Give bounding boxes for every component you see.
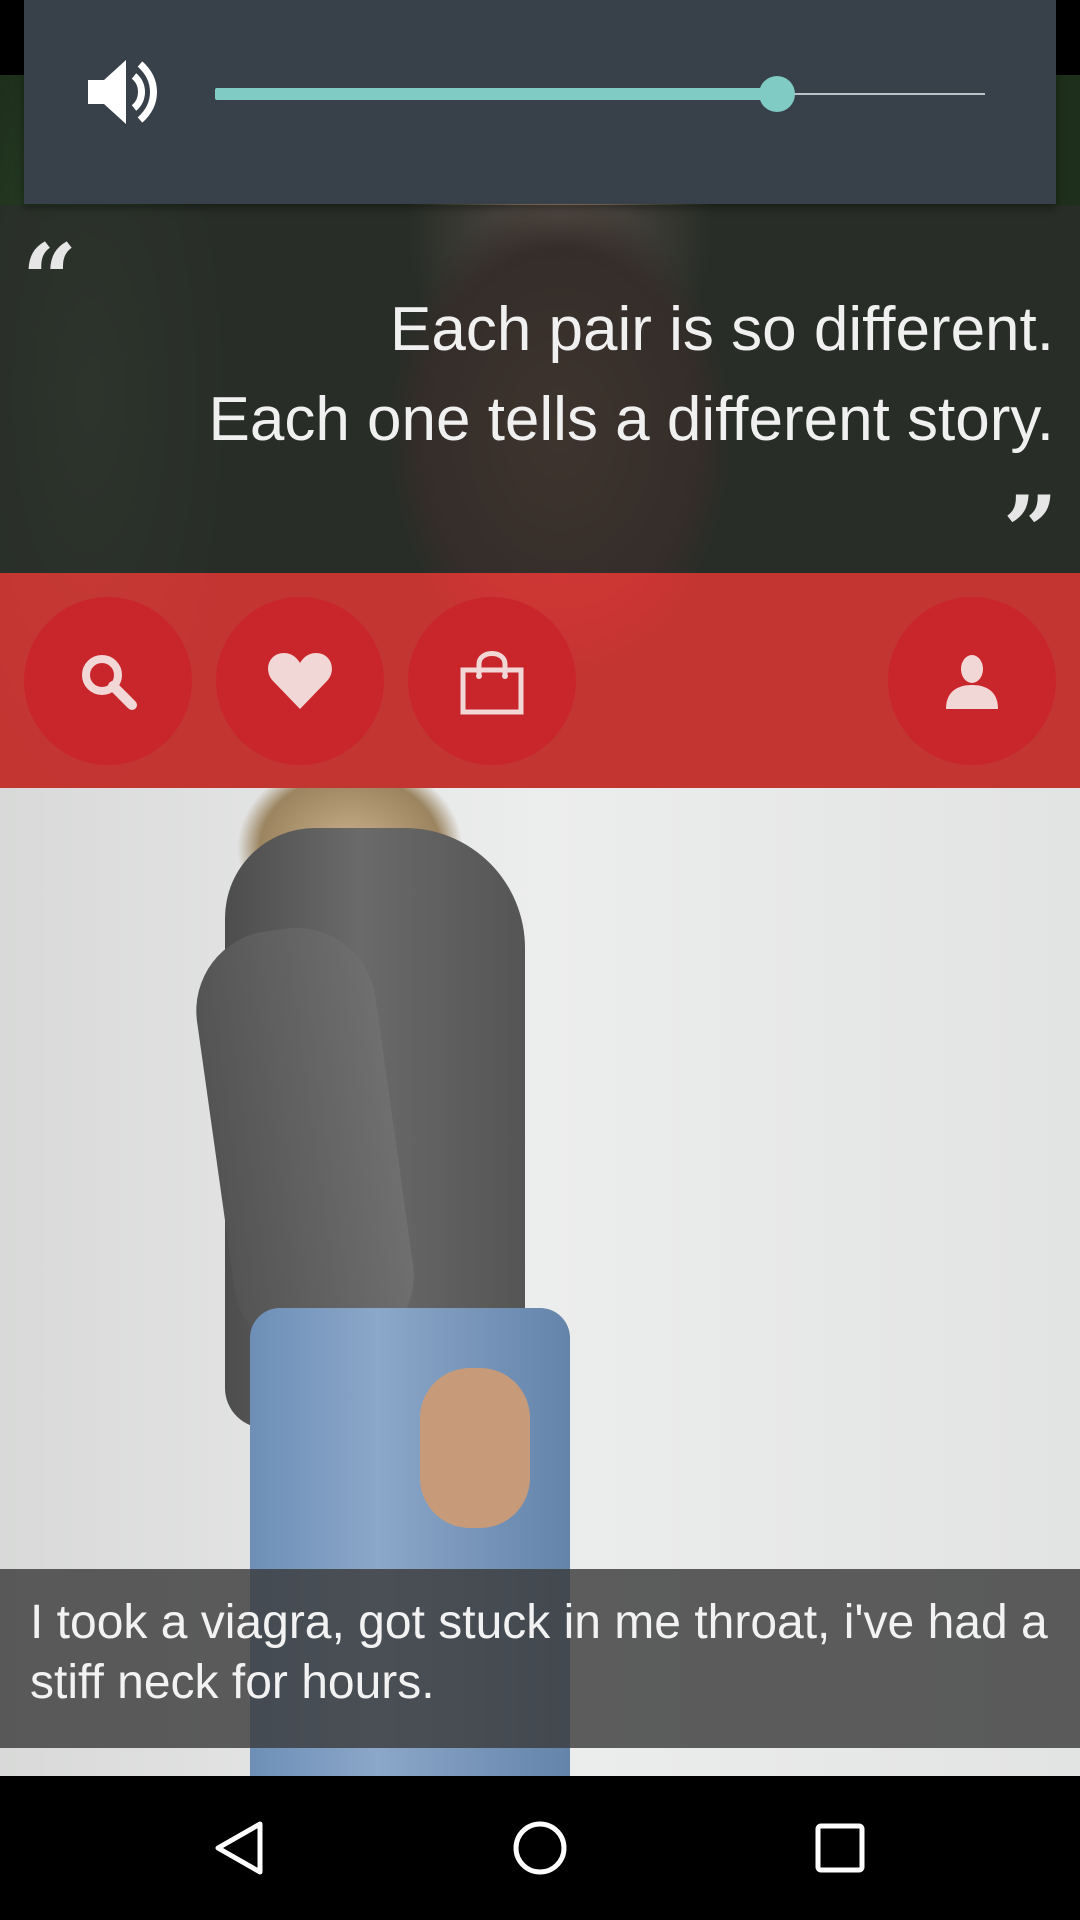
navigation-bar [0, 1776, 1080, 1920]
close-quote-icon: ” [1002, 475, 1058, 588]
shopping-bag-icon [460, 651, 524, 715]
recents-square-icon [815, 1823, 865, 1873]
volume-slider[interactable] [215, 76, 985, 112]
heart-icon [268, 653, 332, 709]
volume-slider-thumb[interactable] [759, 76, 796, 112]
profile-button[interactable] [888, 597, 1056, 765]
back-button[interactable] [140, 1776, 340, 1920]
search-icon [82, 655, 137, 710]
back-triangle-icon [215, 1821, 263, 1875]
quote-line-2: Each one tells a different story. [208, 385, 1054, 454]
quote-line-1: Each pair is so different. [390, 295, 1054, 364]
search-button[interactable] [24, 597, 192, 765]
shop-button[interactable] [408, 597, 576, 765]
home-button[interactable] [440, 1776, 640, 1920]
home-circle-icon [513, 1821, 567, 1875]
quote-text: Each pair is so different. Each one tell… [74, 285, 1054, 465]
caption-text: I took a viagra, got stuck in me throat,… [30, 1596, 1048, 1709]
recents-button[interactable] [740, 1776, 940, 1920]
open-quote-icon: “ [22, 223, 78, 336]
user-icon [946, 655, 998, 709]
favorites-button[interactable] [216, 597, 384, 765]
volume-panel [24, 0, 1056, 204]
speaker-icon[interactable] [82, 52, 162, 136]
volume-slider-fill [215, 88, 778, 100]
